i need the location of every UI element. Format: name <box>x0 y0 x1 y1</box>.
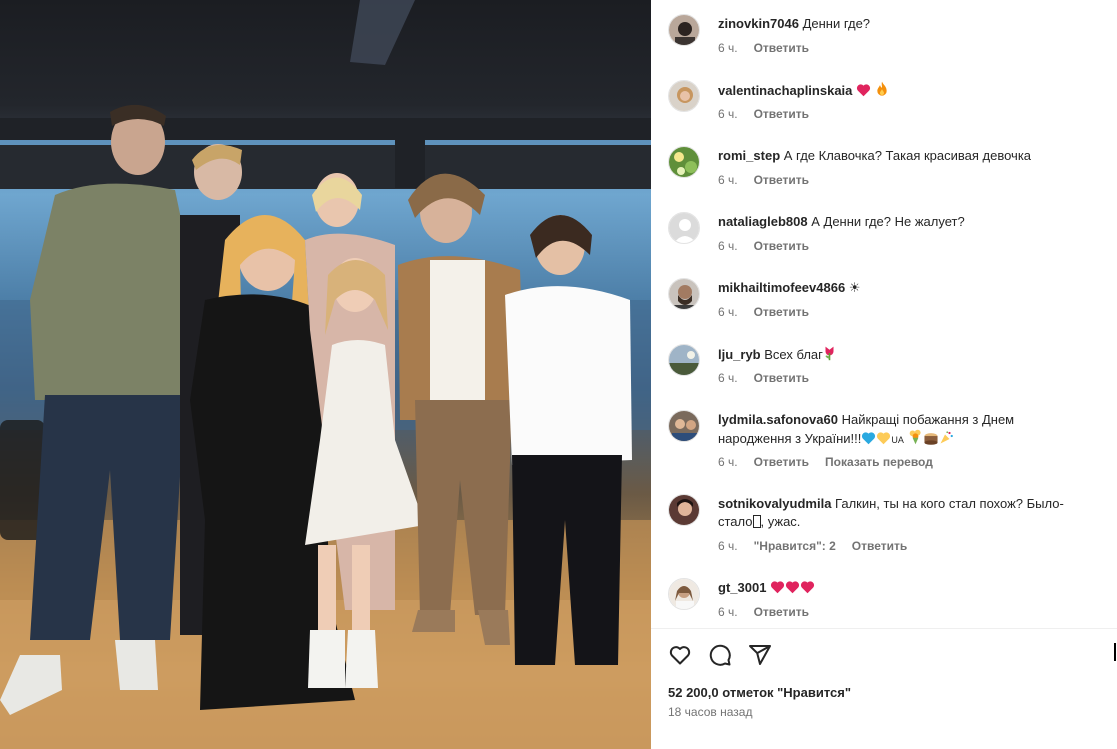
comment-username[interactable]: valentinachaplinskaia <box>718 83 852 98</box>
avatar[interactable] <box>668 344 700 376</box>
comment-text: Денни где? <box>802 16 871 31</box>
reply-button[interactable]: Ответить <box>754 455 809 469</box>
comment-username[interactable]: romi_step <box>718 148 780 163</box>
comment-meta: 6 ч. Ответить <box>718 239 809 253</box>
comment-username[interactable]: zinovkin7046 <box>718 16 799 31</box>
comment-text-block: sotnikovalyudmila Галкин, ты на кого ста… <box>718 495 1087 533</box>
comments-panel: zinovkin7046 Денни где? 6 ч. Ответить va… <box>651 0 1117 749</box>
comment-username[interactable]: lydmila.safonova60 <box>718 412 838 427</box>
reply-button[interactable]: Ответить <box>754 305 809 319</box>
party-popper-icon <box>939 430 954 450</box>
comments-list[interactable]: zinovkin7046 Денни где? 6 ч. Ответить va… <box>651 0 1117 628</box>
comment-time: 6 ч. <box>718 371 738 385</box>
comment-meta: 6 ч. Ответить <box>718 41 809 55</box>
reply-button[interactable]: Ответить <box>754 605 809 619</box>
avatar[interactable] <box>668 212 700 244</box>
cake-icon <box>923 430 939 450</box>
comment-meta: 6 ч. Ответить <box>718 371 809 385</box>
comment-username[interactable]: mikhailtimofeev4866 <box>718 280 845 295</box>
heart-icon <box>856 83 871 102</box>
yellow-heart-icon <box>876 431 891 450</box>
post-photo-illustration <box>0 0 651 749</box>
comment-likes-count[interactable]: "Нравится": 2 <box>754 539 836 553</box>
avatar[interactable] <box>668 578 700 610</box>
comment-time: 6 ч. <box>718 605 738 619</box>
comment-username[interactable]: gt_3001 <box>718 580 766 595</box>
avatar[interactable] <box>668 494 700 526</box>
heart-icon <box>770 580 785 599</box>
comment-username[interactable]: nataliagleb808 <box>718 214 808 229</box>
comment-meta: 6 ч. Ответить <box>718 305 809 319</box>
post-actions: 52 200,0 отметок "Нравится" 18 часов наз… <box>651 628 1117 749</box>
avatar[interactable] <box>668 410 700 442</box>
reply-button[interactable]: Ответить <box>754 41 809 55</box>
comment-meta: 6 ч. Ответить <box>718 173 809 187</box>
comment-meta: 6 ч. Ответить Показать перевод <box>718 455 933 469</box>
heart-icon <box>800 580 815 599</box>
reply-button[interactable]: Ответить <box>754 371 809 385</box>
reply-button[interactable]: Ответить <box>754 107 809 121</box>
comment-time: 6 ч. <box>718 41 738 55</box>
comment-text: А где Клавочка? Такая красивая девочка <box>783 148 1032 163</box>
comment-text-block: mikhailtimofeev4866 ☀ <box>718 279 1087 297</box>
likes-count[interactable]: 52 200,0 отметок "Нравится" <box>668 685 851 700</box>
comment-text-tail: UA <box>891 435 904 445</box>
comment-time: 6 ч. <box>718 239 738 253</box>
heart-outline-icon[interactable] <box>668 643 692 667</box>
comment-text: А Денни где? Не жалует? <box>811 214 965 229</box>
heart-icon <box>785 580 800 599</box>
see-translation-button[interactable]: Показать перевод <box>825 455 933 469</box>
comment-time: 6 ч. <box>718 107 738 121</box>
comment-time: 6 ч. <box>718 539 738 553</box>
comment-text-block: nataliagleb808 А Денни где? Не жалует? <box>718 213 1087 231</box>
text-cursor <box>1114 643 1116 661</box>
comment-time: 6 ч. <box>718 305 738 319</box>
comment-icon[interactable] <box>708 643 732 667</box>
comment-meta: 6 ч. "Нравится": 2 Ответить <box>718 539 907 553</box>
comment-text: ☀ <box>848 280 861 295</box>
comment-text-block: lju_ryb Всех благ <box>718 345 1087 366</box>
comment-text-block: romi_step А где Клавочка? Такая красивая… <box>718 147 1087 165</box>
avatar[interactable] <box>668 146 700 178</box>
post-timestamp[interactable]: 18 часов назад <box>668 705 752 719</box>
bouquet-icon <box>908 429 923 450</box>
comment-username[interactable]: sotnikovalyudmila <box>718 496 831 511</box>
comment-meta: 6 ч. Ответить <box>718 107 809 121</box>
share-icon[interactable] <box>748 643 772 667</box>
comment-meta: 6 ч. Ответить <box>718 605 809 619</box>
blue-heart-icon <box>861 431 876 450</box>
comment-time: 6 ч. <box>718 173 738 187</box>
avatar[interactable] <box>668 80 700 112</box>
comment-text-block: zinovkin7046 Денни где? <box>718 15 1087 33</box>
avatar[interactable] <box>668 14 700 46</box>
comment-text-block: gt_3001 <box>718 579 1087 599</box>
comment-text-block: lydmila.safonova60 Найкращі побажання з … <box>718 411 1087 450</box>
fire-icon <box>875 81 889 102</box>
comment-username[interactable]: lju_ryb <box>718 347 761 362</box>
tulip-icon <box>823 345 836 366</box>
comment-text-tail: , ужас. <box>760 514 801 529</box>
comment-time: 6 ч. <box>718 455 738 469</box>
comment-text-block: valentinachaplinskaia <box>718 81 1087 102</box>
reply-button[interactable]: Ответить <box>754 239 809 253</box>
reply-button[interactable]: Ответить <box>754 173 809 187</box>
post-photo[interactable] <box>0 0 651 749</box>
reply-button[interactable]: Ответить <box>852 539 907 553</box>
comment-text: Всех благ <box>764 347 823 362</box>
avatar[interactable] <box>668 278 700 310</box>
unsupported-glyph-icon <box>752 515 761 533</box>
